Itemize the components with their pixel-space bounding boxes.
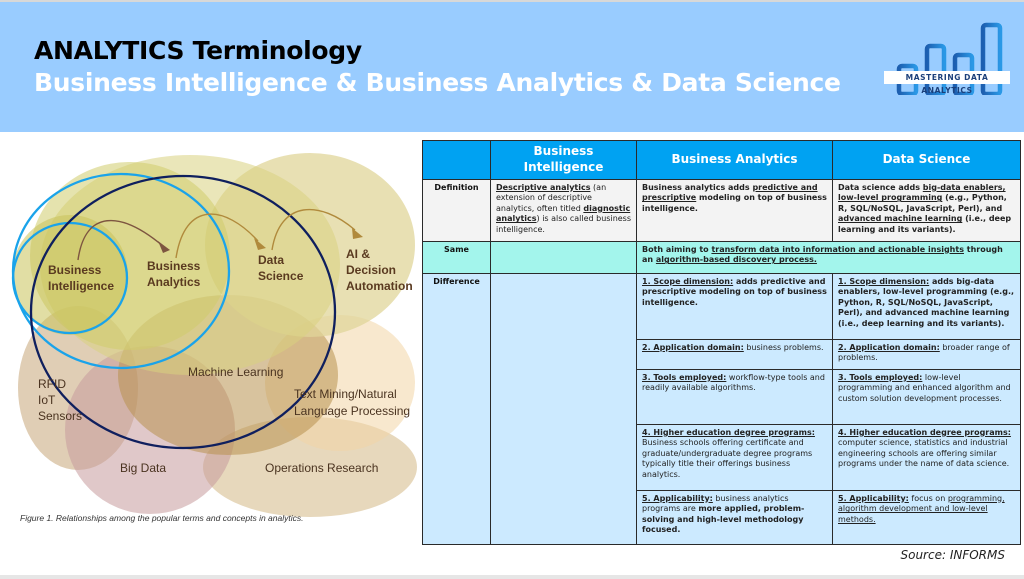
label-machine-learning: Machine Learning: [188, 365, 283, 379]
page-subtitle: Business Intelligence & Business Analyti…: [34, 68, 841, 97]
term-big-data-enablers: big-data enablers,: [922, 182, 1006, 192]
term-transform-data: transform data into information and acti…: [711, 244, 964, 254]
label-big-data: Big Data: [120, 461, 166, 475]
cell-diff-ds-4: 4. Higher education degree programs: com…: [832, 423, 1021, 491]
cell-diff-ba-2: 2. Application domain: business problems…: [636, 338, 833, 370]
row-label-difference: Difference: [422, 272, 491, 545]
cell-diff-ds-1: 1. Scope dimension: adds big-data enable…: [832, 272, 1021, 340]
text: Business schools offering certificate an…: [642, 438, 813, 479]
cell-diff-ba-1: 1. Scope dimension: adds predictive and …: [636, 272, 833, 340]
label-operations-research: Operations Research: [265, 461, 378, 475]
row-label-definition: Definition: [422, 178, 491, 242]
term-low-level-programming: low-level programming: [838, 193, 943, 203]
row-label-same: Same: [422, 240, 491, 274]
header-business-analytics: Business Analytics: [636, 140, 833, 180]
item-heading: 5. Applicability:: [838, 493, 909, 503]
cell-diff-ba-5: 5. Applicability: business analytics pro…: [636, 489, 833, 545]
item-heading: 3. Tools employed:: [642, 372, 727, 382]
cell-diff-ba-4: 4. Higher education degree programs: Bus…: [636, 423, 833, 491]
same-row: Same Both aiming to transform data into …: [422, 240, 1021, 274]
item-heading: 5. Applicability:: [642, 493, 713, 503]
text: Data science adds: [838, 182, 923, 192]
cell-diff-ds-5: 5. Applicability: focus on programming, …: [832, 489, 1021, 545]
cell-diff-ba-3: 3. Tools employed: workflow-type tools a…: [636, 368, 833, 425]
text: Both aiming to: [642, 244, 712, 254]
comparison-table: Business Intelligence Business Analytics…: [422, 140, 1021, 545]
cell-difference-bi: [490, 272, 637, 545]
table-header-row: Business Intelligence Business Analytics…: [422, 140, 1021, 180]
item-heading: 1. Scope dimension:: [838, 276, 930, 286]
header-business-intelligence: Business Intelligence: [490, 140, 637, 180]
figure-caption: Figure 1. Relationships among the popula…: [20, 513, 304, 523]
item-heading: 2. Application domain:: [642, 342, 744, 352]
source-credit: Source: INFORMS: [900, 548, 1005, 562]
item-heading: 4. Higher education degree programs:: [642, 427, 815, 437]
definition-row: Definition Descriptive analytics (an ext…: [422, 178, 1021, 242]
cell-definition-bi: Descriptive analytics (an extension of d…: [490, 178, 637, 242]
text: business problems.: [743, 342, 824, 352]
cell-same-bi: [490, 240, 637, 274]
term-descriptive-analytics: Descriptive analytics: [496, 182, 591, 192]
bottom-divider: [0, 575, 1024, 579]
term-algorithm-based: algorithm-based discovery process.: [655, 255, 817, 265]
item-heading: 4. Higher education degree programs:: [838, 427, 1011, 437]
logo-text: MASTERING DATA ANALYTICS: [884, 71, 1010, 95]
header-data-science: Data Science: [832, 140, 1021, 180]
page-title: ANALYTICS Terminology: [34, 36, 362, 65]
item-heading: 3. Tools employed:: [838, 372, 923, 382]
header-banner: ANALYTICS Terminology Business Intellige…: [0, 0, 1024, 132]
cell-diff-ds-3: 3. Tools employed: low-level programming…: [832, 368, 1021, 425]
difference-row-1: Difference 1. Scope dimension: adds pred…: [422, 272, 1021, 545]
cell-diff-ds-2: 2. Application domain: broader range of …: [832, 338, 1021, 370]
text: focus on: [908, 493, 948, 503]
cell-definition-ba: Business analytics adds predictive and p…: [636, 178, 833, 242]
analytics-venn-diagram: Business Intelligence Business Analytics D…: [11, 153, 417, 517]
header-empty: [422, 140, 491, 180]
text: computer science, statistics and industr…: [838, 438, 1010, 469]
cell-definition-ds: Data science adds big-data enablers, low…: [832, 178, 1021, 242]
cell-same-shared: Both aiming to transform data into infor…: [636, 240, 1021, 274]
item-heading: 2. Application domain:: [838, 342, 940, 352]
text: Business analytics adds: [642, 182, 753, 192]
term-advanced-ml: advanced machine learning: [838, 214, 963, 224]
item-heading: 1. Scope dimension:: [642, 276, 734, 286]
